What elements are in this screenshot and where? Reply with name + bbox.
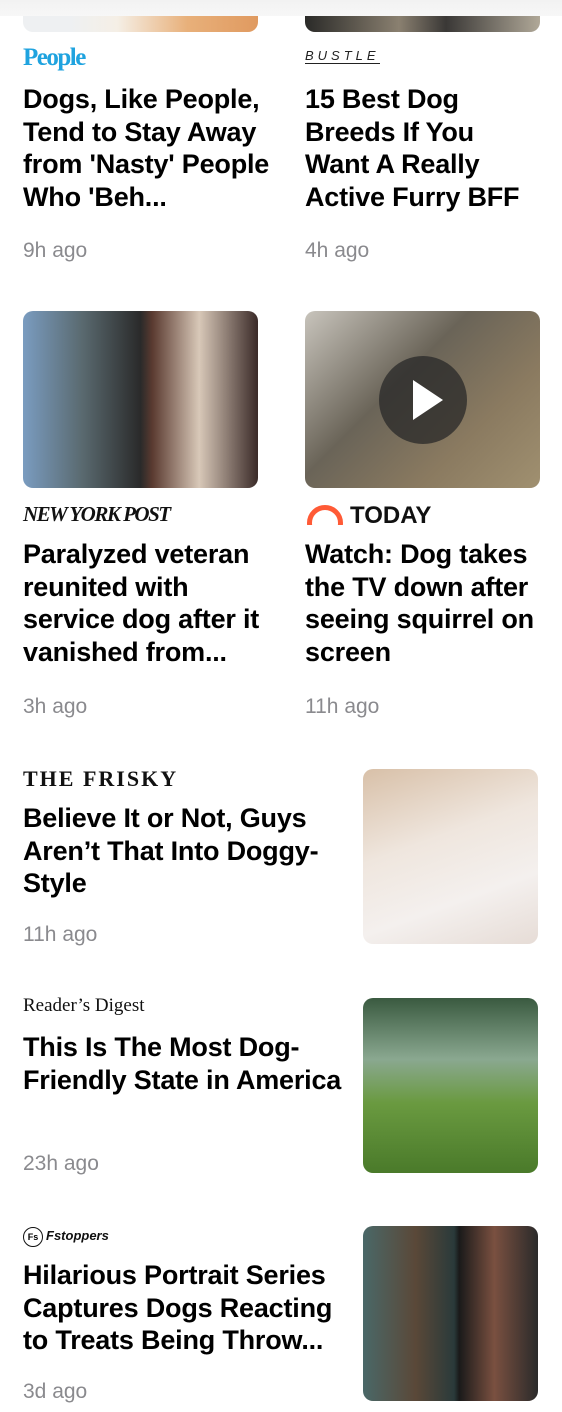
article-image[interactable]	[363, 769, 538, 944]
article-time: 11h ago	[23, 923, 98, 946]
source-logo-people: People	[23, 44, 86, 71]
article-video-thumbnail[interactable]	[305, 311, 540, 488]
top-bar	[0, 0, 562, 16]
article-time: 4h ago	[305, 239, 370, 262]
article-time: 11h ago	[305, 695, 380, 718]
article-image[interactable]	[363, 1226, 538, 1401]
today-sunrise-icon	[305, 505, 345, 525]
source-logo-nypost: NEW YORK POST	[23, 502, 171, 526]
article-time: 3d ago	[23, 1380, 88, 1403]
article-time: 23h ago	[23, 1152, 99, 1175]
fstoppers-icon: Fs	[23, 1227, 43, 1247]
source-logo-today: TODAY	[350, 502, 432, 529]
source-logo-readers-digest: Reader’s Digest	[23, 995, 145, 1016]
article-title[interactable]: This Is The Most Dog-Friendly State in A…	[23, 1031, 343, 1096]
article-time: 3h ago	[23, 695, 88, 718]
play-icon[interactable]	[378, 355, 467, 444]
article-title[interactable]: Believe It or Not, Guys Aren’t That Into…	[23, 802, 343, 900]
article-title[interactable]: 15 Best Dog Breeds If You Want A Really …	[305, 83, 545, 213]
article-title[interactable]: Dogs, Like People, Tend to Stay Away fro…	[23, 83, 273, 213]
article-title[interactable]: Hilarious Portrait Series Captures Dogs …	[23, 1259, 343, 1357]
article-image[interactable]	[23, 311, 258, 488]
article-image[interactable]	[363, 998, 538, 1173]
article-title[interactable]: Paralyzed veteran reunited with service …	[23, 538, 273, 668]
source-logo-bustle: BUSTLE	[305, 48, 380, 64]
source-logo-frisky: THE FRISKY	[23, 766, 179, 791]
source-logo-fstoppers: Fstoppers	[46, 1228, 109, 1243]
article-time: 9h ago	[23, 239, 88, 262]
article-title[interactable]: Watch: Dog takes the TV down after seein…	[305, 538, 545, 668]
